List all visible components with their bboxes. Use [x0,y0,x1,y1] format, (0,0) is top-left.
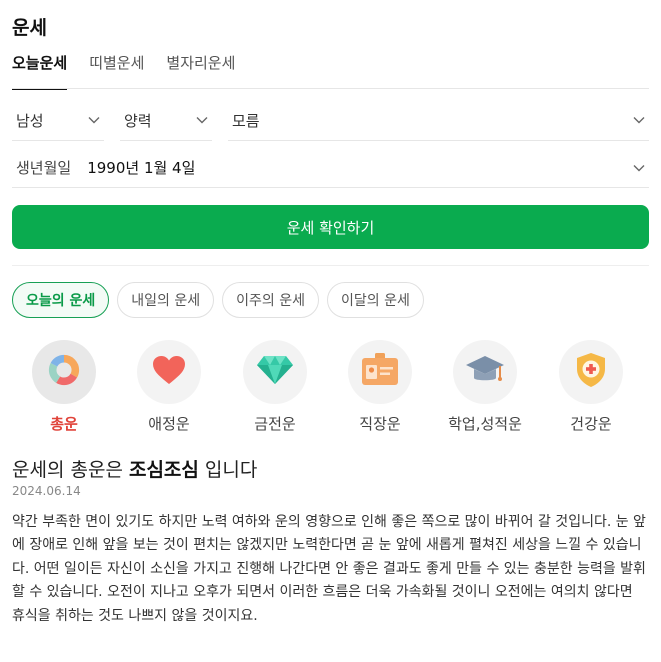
category-study[interactable]: 학업,성적운 [433,340,537,434]
category-icon-circle [32,340,96,404]
calendar-type-value: 양력 [124,111,152,130]
tabs-divider [12,88,649,89]
chip-this-month[interactable]: 이달의 운세 [327,282,424,318]
category-label: 직장운 [359,415,401,433]
category-icon-circle [559,340,623,404]
option-selects-row: 남성 양력 모름 [12,100,649,141]
chevron-down-icon [633,114,645,126]
category-icon-circle [243,340,307,404]
summary-suffix: 입니다 [198,459,258,481]
category-label: 학업,성적운 [448,415,522,433]
donut-chart-icon [47,353,81,391]
category-work[interactable]: 직장운 [328,340,432,434]
summary-prefix: 운세의 총운은 [12,459,129,481]
section-divider [12,265,649,266]
tab-zodiac-animal-fortune[interactable]: 띠별운세 [89,52,144,90]
category-label: 금전운 [254,415,296,433]
health-shield-icon [575,352,607,392]
category-icon-circle [137,340,201,404]
graduation-cap-icon [465,354,505,390]
birth-date-value: 1990년 1월 4일 [87,159,196,177]
calendar-type-select[interactable]: 양력 [120,101,212,141]
fortune-description: 약간 부족한 면이 있기도 하지만 노력 여하와 운의 영향으로 인해 좋은 쪽… [12,514,646,624]
fortune-tabs: 오늘운세 띠별운세 별자리운세 [12,52,235,90]
fortune-summary: 운세의 총운은 조심조심 입니다 [12,455,257,482]
category-money[interactable]: 금전운 [223,340,327,434]
summary-keyword: 조심조심 [128,459,199,481]
category-health[interactable]: 건강운 [539,340,643,434]
tab-today-fortune[interactable]: 오늘운세 [12,52,68,90]
period-chips: 오늘의 운세 내일의 운세 이주의 운세 이달의 운세 [12,282,424,318]
birth-time-select[interactable]: 모름 [228,101,649,141]
gender-select-value: 남성 [16,111,44,130]
fortune-date: 2024.06.14 [12,484,81,498]
chip-this-week[interactable]: 이주의 운세 [222,282,319,318]
category-icon-circle [453,340,517,404]
chevron-down-icon [88,114,100,126]
id-badge-icon [361,353,399,391]
diamond-icon [256,355,294,389]
heart-icon [152,355,186,389]
category-label: 애정운 [148,415,190,433]
chevron-down-icon [633,162,645,174]
category-label: 총운 [50,415,78,433]
fortune-categories: 총운 애정운 금전운 직장운 학업,성적운 건강운 [12,340,649,440]
birth-time-value: 모름 [232,111,260,130]
category-love[interactable]: 애정운 [117,340,221,434]
tab-constellation-fortune[interactable]: 별자리운세 [166,52,235,90]
category-label: 건강운 [570,415,612,433]
category-overall[interactable]: 총운 [12,340,116,434]
chip-today[interactable]: 오늘의 운세 [12,282,110,318]
category-icon-circle [348,340,412,404]
chip-tomorrow[interactable]: 내일의 운세 [117,282,215,318]
chevron-down-icon [196,114,208,126]
birth-date-label: 생년월일 [16,159,72,177]
page-title: 운세 [12,17,47,39]
check-fortune-button[interactable]: 운세 확인하기 [12,205,649,249]
gender-select[interactable]: 남성 [12,101,104,141]
birth-date-select[interactable]: 생년월일 1990년 1월 4일 [12,148,649,188]
